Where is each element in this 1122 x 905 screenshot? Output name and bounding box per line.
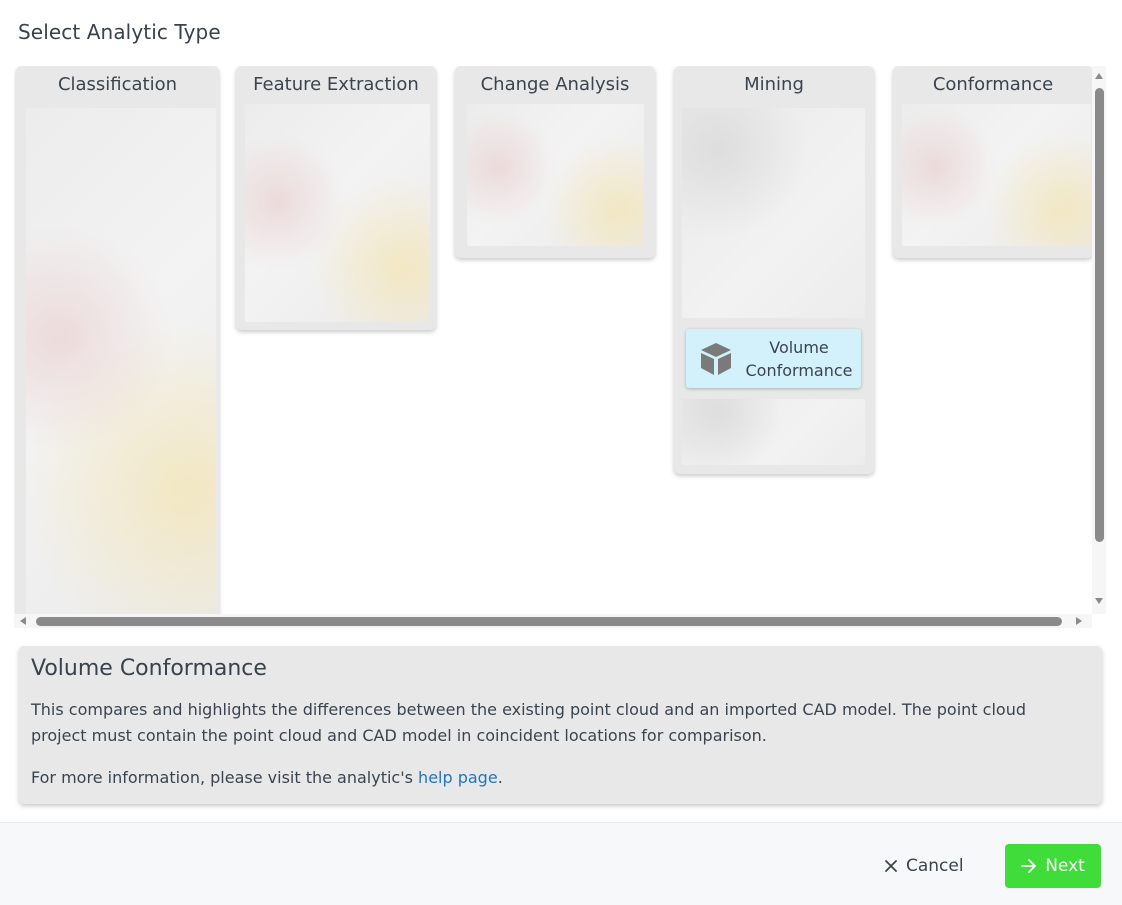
vertical-scrollbar[interactable] [1092, 66, 1106, 614]
next-button[interactable]: Next [1005, 844, 1101, 888]
column-title: Change Analysis [480, 74, 630, 95]
cube-icon [701, 343, 731, 375]
blurred-card[interactable] [682, 399, 865, 465]
cancel-button[interactable]: Cancel [870, 845, 978, 887]
scroll-left-icon[interactable] [20, 617, 26, 625]
cancel-label: Cancel [906, 856, 964, 876]
column-conformance: Conformance [893, 66, 1092, 258]
vertical-scroll-thumb[interactable] [1095, 88, 1104, 542]
column-title: Feature Extraction [253, 74, 419, 95]
next-label: Next [1045, 856, 1085, 876]
column-classification: Classification [16, 66, 219, 614]
more-info-text: For more information, please visit the a… [31, 768, 503, 787]
description-text: This compares and highlights the differe… [31, 700, 1026, 745]
scroll-right-icon[interactable] [1076, 617, 1082, 625]
help-page-link[interactable]: help page [418, 768, 498, 787]
column-title: Classification [57, 74, 178, 95]
blurred-card[interactable] [467, 104, 644, 246]
page-title: Select Analytic Type [18, 20, 221, 44]
more-info-prefix: For more information, please visit the a… [31, 768, 419, 787]
more-info-suffix: . [497, 768, 503, 787]
volume-conformance-tile[interactable]: Volume Conformance [686, 329, 861, 388]
column-feature-extraction: Feature Extraction [236, 66, 436, 330]
column-title: Mining [744, 74, 804, 95]
footer: Cancel Next [0, 822, 1122, 905]
blurred-card[interactable] [245, 104, 430, 322]
arrow-right-icon [1021, 859, 1037, 873]
column-title: Conformance [932, 74, 1054, 95]
column-mining: Mining Volume Conformance [674, 66, 874, 474]
blurred-card[interactable] [26, 108, 216, 614]
blurred-card[interactable] [902, 104, 1091, 246]
horizontal-scrollbar[interactable] [14, 614, 1092, 628]
scroll-down-icon[interactable] [1095, 598, 1103, 604]
column-change-analysis: Change Analysis [455, 66, 655, 258]
description-title: Volume Conformance [31, 656, 267, 681]
scroll-up-icon[interactable] [1095, 73, 1103, 79]
description-panel: Volume Conformance This compares and hig… [19, 646, 1102, 804]
horizontal-scroll-thumb[interactable] [36, 617, 1062, 626]
close-icon [885, 860, 897, 872]
tile-label: Volume Conformance [745, 338, 853, 380]
blurred-card[interactable] [682, 108, 865, 318]
analytic-board: Classification Feature Extraction Change… [14, 66, 1092, 614]
